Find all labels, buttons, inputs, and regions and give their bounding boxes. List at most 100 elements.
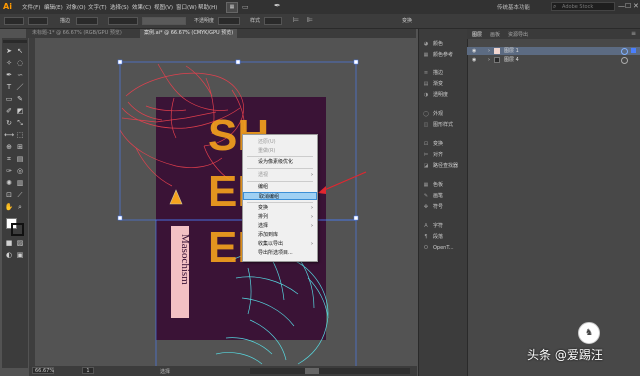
direct-selection-tool-icon[interactable]: ↖ xyxy=(15,46,25,56)
menu-type[interactable]: 文字(T) xyxy=(88,3,107,11)
panel-color-guide[interactable]: ▦ 颜色参考 xyxy=(422,51,453,60)
menu-file[interactable]: 文件(F) xyxy=(22,3,40,11)
layer-name[interactable]: 图层 4 xyxy=(504,56,519,64)
menu-select[interactable]: 选择 › xyxy=(243,222,317,230)
panel-character[interactable]: A 字符 xyxy=(422,222,443,231)
tab-artboards[interactable]: 画板 xyxy=(490,31,500,38)
stock-search-input[interactable]: Adobe Stock xyxy=(551,2,615,11)
type-tool-icon[interactable]: T xyxy=(4,82,14,92)
tab-asset-export[interactable]: 资源导出 xyxy=(508,31,528,38)
eraser-icon[interactable]: ◩ xyxy=(15,106,25,116)
tab-layers[interactable]: 图层 xyxy=(472,31,482,38)
gradient-tool-icon[interactable]: ▤ xyxy=(15,154,25,164)
expand-arrow-icon[interactable]: › xyxy=(488,56,490,64)
mesh-tool-icon[interactable]: ⌗ xyxy=(4,154,14,164)
pen-tool-icon[interactable]: ✒ xyxy=(4,70,14,80)
shape-builder-icon[interactable]: ⊕ xyxy=(4,142,14,152)
curvature-tool-icon[interactable]: ∽ xyxy=(15,70,25,80)
paintbrush-icon[interactable]: ✎ xyxy=(15,94,25,104)
slice-tool-icon[interactable]: ⟋ xyxy=(15,190,25,200)
menu-select[interactable]: 选择(S) xyxy=(110,3,129,11)
panel-swatches[interactable]: ▦ 色板 xyxy=(422,181,443,190)
artboard-tool-icon[interactable]: ⊡ xyxy=(4,190,14,200)
arrange-docs-icon[interactable]: ▭ xyxy=(242,3,249,11)
menu-view[interactable]: 视图(V) xyxy=(154,3,173,11)
menu-ungroup[interactable]: 取消编组 xyxy=(243,192,317,200)
style-select[interactable] xyxy=(264,17,282,25)
vertical-ruler[interactable] xyxy=(29,38,35,366)
zoom-input[interactable]: 66.67% xyxy=(32,367,54,374)
visibility-eye-icon[interactable]: ◉ xyxy=(472,47,476,55)
tab-untitled[interactable]: 未标题-1* @ 66.67% (RGB/GPU 预览) xyxy=(28,29,126,38)
selection-tool-icon[interactable]: ➤ xyxy=(4,46,14,56)
menu-window[interactable]: 窗口(W) xyxy=(176,3,197,11)
menu-pixel-optimize[interactable]: 设为像素级优化 xyxy=(243,158,317,166)
align-center-icon[interactable]: ⊫ xyxy=(307,16,313,24)
close-button[interactable]: ✕ xyxy=(633,2,639,10)
panel-opentype[interactable]: O OpenT... xyxy=(422,244,454,253)
menu-transform[interactable]: 变换 › xyxy=(243,204,317,212)
variable-width-select[interactable] xyxy=(108,17,138,25)
width-tool-icon[interactable]: ⟷ xyxy=(4,130,14,140)
opacity-input[interactable] xyxy=(218,17,240,25)
panel-pathfinder[interactable]: ◪ 路径查找器 xyxy=(422,162,458,171)
visibility-eye-icon[interactable]: ◉ xyxy=(472,56,476,64)
color-mode-icon[interactable]: ■ xyxy=(4,238,14,248)
panel-color[interactable]: ◕ 颜色 xyxy=(422,40,443,49)
menu-perspective[interactable]: 透视 › xyxy=(243,171,317,179)
menu-help[interactable]: 帮助(H) xyxy=(198,3,217,11)
stroke-swatch[interactable] xyxy=(28,17,48,25)
stroke-color-swatch[interactable] xyxy=(11,223,24,236)
minimize-button[interactable]: — xyxy=(618,2,625,10)
lasso-icon[interactable]: ◌ xyxy=(15,58,25,68)
menu-object[interactable]: 对象(O) xyxy=(66,3,86,11)
panel-symbols[interactable]: ✤ 符号 xyxy=(422,203,443,212)
horizontal-scrollbar[interactable] xyxy=(250,368,410,374)
workspace-switcher[interactable]: 传统基本功能 xyxy=(497,3,530,11)
menu-collect-export[interactable]: 收集以导出 › xyxy=(243,240,317,248)
panel-graphic-styles[interactable]: ◫ 图形样式 xyxy=(422,121,453,130)
panel-stroke[interactable]: ≡ 描边 xyxy=(422,69,443,78)
panel-transparency[interactable]: ◑ 透明度 xyxy=(422,91,448,100)
panel-brushes[interactable]: ✎ 画笔 xyxy=(422,192,443,201)
perspective-grid-icon[interactable]: ⊞ xyxy=(15,142,25,152)
panel-appearance[interactable]: ◯ 外观 xyxy=(422,110,443,119)
target-circle-icon[interactable] xyxy=(621,48,628,55)
graph-tool-icon[interactable]: ▥ xyxy=(15,178,25,188)
stroke-weight-input[interactable] xyxy=(76,17,98,25)
menu-export-selection[interactable]: 导出所选项目... xyxy=(243,249,317,257)
menu-edit[interactable]: 编辑(E) xyxy=(44,3,63,11)
menu-effect[interactable]: 效果(C) xyxy=(132,3,151,11)
selection-indicator[interactable] xyxy=(631,48,636,53)
menu-add-to-library[interactable]: 添加到库 xyxy=(243,231,317,239)
brush-select[interactable] xyxy=(142,17,186,25)
fill-swatch[interactable] xyxy=(4,17,24,25)
bridge-icon[interactable]: ▦ xyxy=(226,2,238,13)
zoom-tool-icon[interactable]: ⌕ xyxy=(15,202,25,212)
eyedropper-icon[interactable]: ✑ xyxy=(4,166,14,176)
toolbar-grip[interactable] xyxy=(3,40,27,43)
screen-mode-icon[interactable]: ▣ xyxy=(15,250,25,260)
layer-row[interactable]: ◉ › 图层 4 xyxy=(467,56,640,64)
layer-row[interactable]: ◉ › 图层 1 xyxy=(467,47,640,55)
menu-group[interactable]: 编组 xyxy=(243,183,317,191)
panel-transform[interactable]: ⊡ 变换 xyxy=(422,140,443,149)
maximize-button[interactable]: ☐ xyxy=(625,2,631,10)
symbol-sprayer-icon[interactable]: ✺ xyxy=(4,178,14,188)
panel-align[interactable]: ⊨ 对齐 xyxy=(422,151,443,160)
expand-arrow-icon[interactable]: › xyxy=(488,47,490,55)
menu-redo[interactable]: 重做(R) xyxy=(243,147,317,155)
rotate-tool-icon[interactable]: ↻ xyxy=(4,118,14,128)
pen-icon[interactable]: ✒ xyxy=(274,1,281,10)
line-tool-icon[interactable]: ／ xyxy=(15,82,25,92)
menu-arrange[interactable]: 排列 › xyxy=(243,213,317,221)
free-transform-icon[interactable]: ⬚ xyxy=(15,130,25,140)
tab-case[interactable]: 案例.ai* @ 66.67% (CMYK/GPU 预览) xyxy=(140,29,238,38)
blend-tool-icon[interactable]: ◎ xyxy=(15,166,25,176)
transform-link[interactable]: 变换 xyxy=(402,17,412,25)
menu-undo[interactable]: 还原(U) xyxy=(243,138,317,146)
rectangle-tool-icon[interactable]: ▭ xyxy=(4,94,14,104)
gradient-mode-icon[interactable]: ▨ xyxy=(15,238,25,248)
layer-name[interactable]: 图层 1 xyxy=(504,47,519,55)
magic-wand-icon[interactable]: ✧ xyxy=(4,58,14,68)
